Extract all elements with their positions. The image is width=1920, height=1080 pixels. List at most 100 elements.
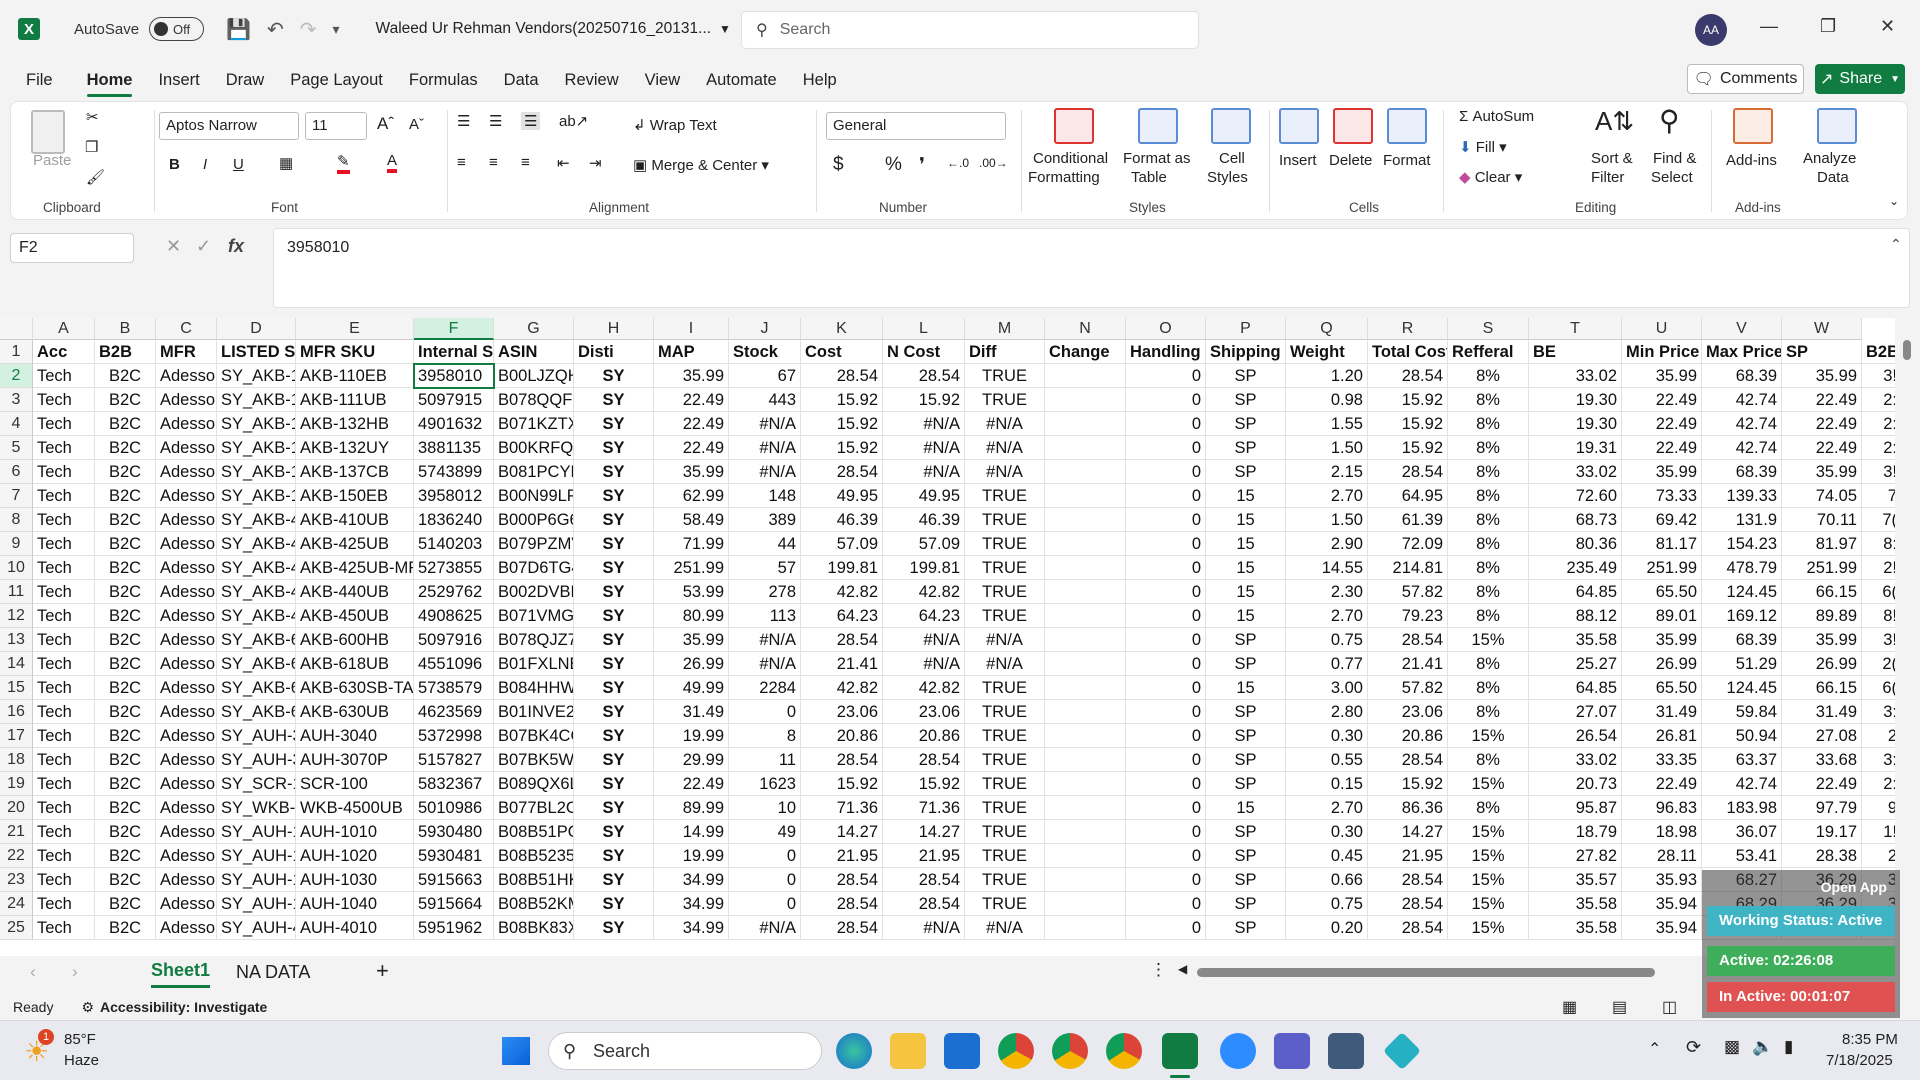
table-cell[interactable]: SP bbox=[1206, 916, 1286, 940]
table-cell[interactable]: 4551096 bbox=[414, 652, 494, 676]
table-cell[interactable]: 35.94 bbox=[1622, 916, 1702, 940]
table-cell[interactable]: 0 bbox=[1126, 796, 1206, 820]
table-cell[interactable]: 7( bbox=[1862, 508, 1895, 532]
format-cells-icon[interactable] bbox=[1387, 108, 1427, 144]
table-header-cell[interactable]: Acc bbox=[33, 340, 95, 364]
table-cell[interactable]: 49 bbox=[729, 820, 801, 844]
table-cell[interactable]: B07BK4CC bbox=[494, 724, 574, 748]
table-cell[interactable]: Adesso bbox=[156, 484, 217, 508]
table-cell[interactable]: 28.54 bbox=[1368, 628, 1448, 652]
table-cell[interactable]: SY bbox=[574, 676, 654, 700]
table-cell[interactable]: 73.33 bbox=[1622, 484, 1702, 508]
battery-icon[interactable]: ▮ bbox=[1784, 1037, 1793, 1057]
analyze-data-label-2[interactable]: Data bbox=[1817, 169, 1849, 186]
copy-icon[interactable]: ❐ bbox=[85, 138, 98, 156]
table-cell[interactable]: B00N99LP bbox=[494, 484, 574, 508]
table-cell[interactable]: B08B51HK bbox=[494, 868, 574, 892]
table-cell[interactable]: 35.99 bbox=[1622, 364, 1702, 388]
page-layout-view-icon[interactable]: ▤ bbox=[1612, 997, 1627, 1017]
table-header-cell[interactable]: Stock bbox=[729, 340, 801, 364]
table-cell[interactable]: 8% bbox=[1448, 700, 1529, 724]
table-cell[interactable]: 28.54 bbox=[883, 892, 965, 916]
merge-center-button[interactable]: ▣ Merge & Center ▾ bbox=[633, 156, 769, 174]
row-header[interactable]: 14 bbox=[0, 652, 33, 676]
collapse-ribbon-icon[interactable]: ⌄ bbox=[1889, 194, 1899, 208]
table-cell[interactable]: 33.02 bbox=[1529, 748, 1622, 772]
row-header[interactable]: 13 bbox=[0, 628, 33, 652]
table-cell[interactable]: 2: bbox=[1862, 388, 1895, 412]
table-cell[interactable]: 23.06 bbox=[883, 700, 965, 724]
enter-icon[interactable]: ✓ bbox=[196, 236, 211, 257]
table-header-cell[interactable]: SP bbox=[1782, 340, 1862, 364]
table-cell[interactable]: 3: bbox=[1862, 700, 1895, 724]
file-explorer-icon[interactable] bbox=[890, 1033, 926, 1069]
table-cell[interactable]: 22.49 bbox=[654, 436, 729, 460]
table-cell[interactable]: 64.85 bbox=[1529, 676, 1622, 700]
table-cell[interactable]: 1836240 bbox=[414, 508, 494, 532]
column-header-k[interactable]: K bbox=[801, 318, 883, 340]
table-cell[interactable]: 0.30 bbox=[1286, 820, 1368, 844]
table-cell[interactable]: 22.49 bbox=[1622, 772, 1702, 796]
table-cell[interactable]: AKB-600HB bbox=[296, 628, 414, 652]
table-cell[interactable]: 15.92 bbox=[1368, 412, 1448, 436]
table-cell[interactable]: 0.30 bbox=[1286, 724, 1368, 748]
table-cell[interactable]: SY bbox=[574, 556, 654, 580]
table-cell[interactable]: 22.49 bbox=[1782, 388, 1862, 412]
table-cell[interactable] bbox=[1045, 748, 1126, 772]
table-cell[interactable]: 8% bbox=[1448, 532, 1529, 556]
table-header-cell[interactable]: Shipping bbox=[1206, 340, 1286, 364]
table-cell[interactable]: 8: bbox=[1862, 532, 1895, 556]
table-cell[interactable]: SP bbox=[1206, 628, 1286, 652]
table-cell[interactable]: SY bbox=[574, 484, 654, 508]
accessibility-status[interactable]: Accessibility: Investigate bbox=[100, 999, 267, 1015]
table-cell[interactable]: 15.92 bbox=[801, 412, 883, 436]
table-cell[interactable]: 169.12 bbox=[1702, 604, 1782, 628]
table-cell[interactable]: 15% bbox=[1448, 820, 1529, 844]
table-cell[interactable]: TRUE bbox=[965, 820, 1045, 844]
row-header[interactable]: 2 bbox=[0, 364, 33, 388]
table-cell[interactable]: 53.41 bbox=[1702, 844, 1782, 868]
table-cell[interactable]: TRUE bbox=[965, 868, 1045, 892]
table-cell[interactable]: 15% bbox=[1448, 844, 1529, 868]
table-cell[interactable]: AUH-1040 bbox=[296, 892, 414, 916]
table-cell[interactable]: TRUE bbox=[965, 796, 1045, 820]
table-cell[interactable]: SP bbox=[1206, 460, 1286, 484]
table-cell[interactable]: AUH-3070P bbox=[296, 748, 414, 772]
table-cell[interactable] bbox=[1045, 460, 1126, 484]
table-cell[interactable]: B2C bbox=[95, 652, 156, 676]
table-cell[interactable]: 0.66 bbox=[1286, 868, 1368, 892]
table-cell[interactable] bbox=[1045, 820, 1126, 844]
table-cell[interactable]: 35.99 bbox=[654, 628, 729, 652]
table-cell[interactable]: 6( bbox=[1862, 676, 1895, 700]
table-cell[interactable]: SP bbox=[1206, 892, 1286, 916]
table-cell[interactable]: 70.11 bbox=[1782, 508, 1862, 532]
add-ins-icon[interactable] bbox=[1733, 108, 1773, 144]
table-header-cell[interactable]: Change bbox=[1045, 340, 1126, 364]
table-cell[interactable]: SY_AKB-44 bbox=[217, 580, 296, 604]
table-cell[interactable]: TRUE bbox=[965, 556, 1045, 580]
table-cell[interactable]: 28.54 bbox=[1368, 460, 1448, 484]
table-cell[interactable]: 8% bbox=[1448, 364, 1529, 388]
table-cell[interactable]: 0 bbox=[1126, 676, 1206, 700]
table-cell[interactable]: SY bbox=[574, 748, 654, 772]
table-cell[interactable]: 42.82 bbox=[801, 676, 883, 700]
table-cell[interactable]: SY_AKB-13 bbox=[217, 460, 296, 484]
table-header-cell[interactable]: Internal SI bbox=[414, 340, 494, 364]
table-cell[interactable]: 1.55 bbox=[1286, 412, 1368, 436]
table-cell[interactable]: 2.30 bbox=[1286, 580, 1368, 604]
table-cell[interactable]: 131.9 bbox=[1702, 508, 1782, 532]
table-cell[interactable]: 15.92 bbox=[801, 436, 883, 460]
table-cell[interactable]: 5140203 bbox=[414, 532, 494, 556]
table-cell[interactable]: 68.39 bbox=[1702, 364, 1782, 388]
table-cell[interactable]: B2C bbox=[95, 844, 156, 868]
format-as-table-label-1[interactable]: Format as bbox=[1123, 150, 1191, 167]
table-cell[interactable]: 8% bbox=[1448, 604, 1529, 628]
table-cell[interactable]: 0.98 bbox=[1286, 388, 1368, 412]
table-cell[interactable]: 22.49 bbox=[654, 388, 729, 412]
menu-help[interactable]: Help bbox=[803, 71, 837, 90]
table-cell[interactable]: SY bbox=[574, 604, 654, 628]
table-cell[interactable]: Adesso bbox=[156, 532, 217, 556]
column-header-o[interactable]: O bbox=[1126, 318, 1206, 340]
table-cell[interactable]: Tech bbox=[33, 388, 95, 412]
table-cell[interactable]: 0 bbox=[1126, 652, 1206, 676]
